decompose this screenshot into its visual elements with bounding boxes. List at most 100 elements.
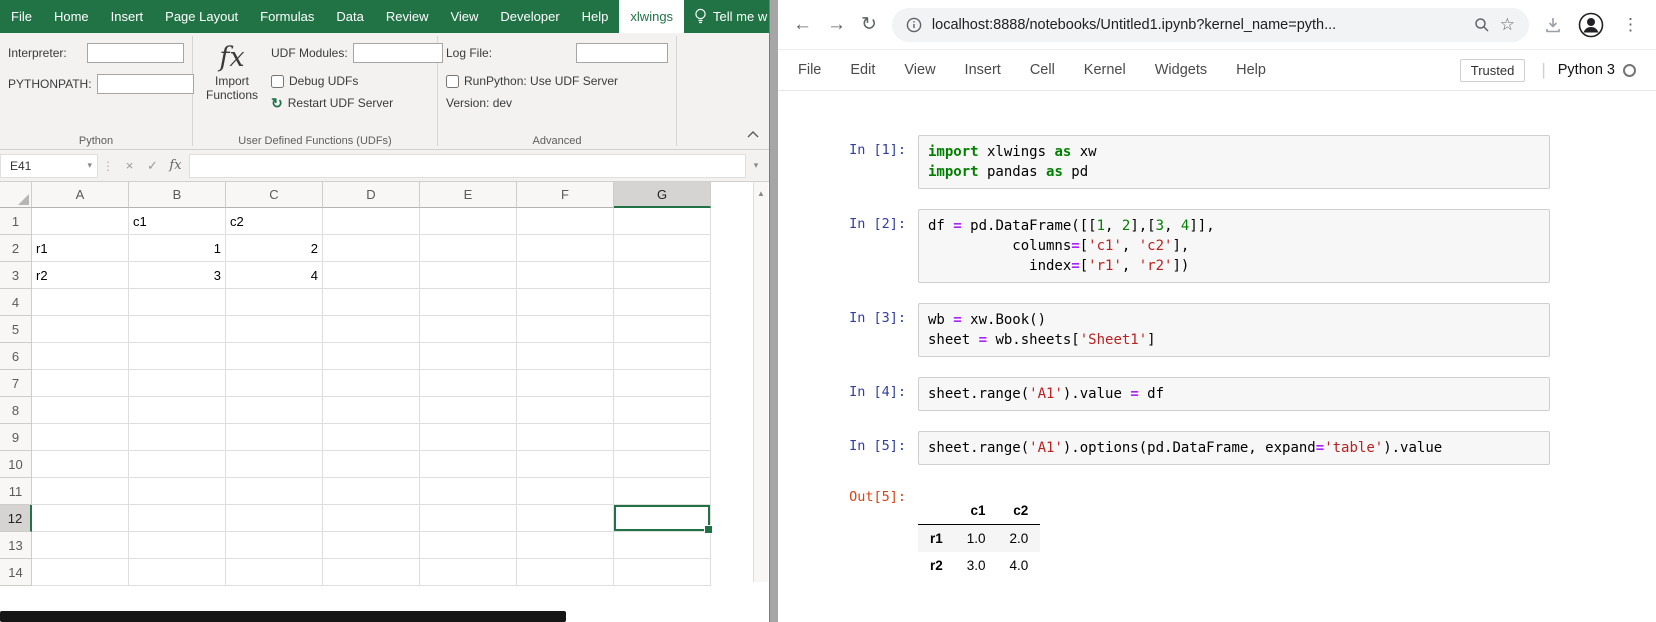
cell-D2[interactable] [323, 235, 420, 262]
column-header-c[interactable]: C [226, 182, 323, 208]
share-button[interactable] [777, 0, 817, 33]
cell-A3[interactable]: r2 [32, 262, 129, 289]
jupyter-menu-kernel[interactable]: Kernel [1084, 62, 1126, 78]
cell-G4[interactable] [614, 289, 711, 316]
cell-A7[interactable] [32, 370, 129, 397]
browser-menu-kebab-icon[interactable]: ⋮ [1620, 15, 1641, 35]
row-header-1[interactable]: 1 [0, 208, 32, 235]
column-header-b[interactable]: B [129, 182, 226, 208]
pythonpath-input[interactable] [96, 74, 194, 94]
cell-F13[interactable] [517, 532, 614, 559]
cell-B5[interactable] [129, 316, 226, 343]
cell-E5[interactable] [420, 316, 517, 343]
cell-G12[interactable] [614, 505, 713, 534]
code-editor[interactable]: wb = xw.Book() sheet = wb.sheets['Sheet1'… [918, 303, 1550, 357]
code-cell[interactable]: In [5]: sheet.range('A1').options(pd.Data… [778, 431, 1550, 465]
cell-A14[interactable] [32, 559, 129, 586]
cell-B6[interactable] [129, 343, 226, 370]
cell-F7[interactable] [517, 370, 614, 397]
code-cell[interactable]: In [2]: df = pd.DataFrame([[1, 2],[3, 4]]… [778, 209, 1550, 283]
cell-F11[interactable] [517, 478, 614, 505]
cell-C8[interactable] [226, 397, 323, 424]
jupyter-menu-widgets[interactable]: Widgets [1155, 62, 1207, 78]
address-bar[interactable]: localhost:8888/notebooks/Untitled1.ipynb… [891, 7, 1529, 42]
code-editor[interactable]: sheet.range('A1').value = df [918, 377, 1550, 411]
column-header-a[interactable]: A [32, 182, 129, 208]
code-editor[interactable]: import xlwings as xw import pandas as pd [918, 135, 1550, 189]
cell-G11[interactable] [614, 478, 711, 505]
cell-C11[interactable] [226, 478, 323, 505]
debug-udfs-row[interactable]: Debug UDFs [271, 74, 443, 88]
cell-A9[interactable] [32, 424, 129, 451]
cell-G14[interactable] [614, 559, 711, 586]
cell-G2[interactable] [614, 235, 711, 262]
runpython-row[interactable]: RunPython: Use UDF Server [446, 74, 668, 88]
cell-B14[interactable] [129, 559, 226, 586]
vertical-scrollbar[interactable]: ▲ [753, 182, 768, 582]
cell-F6[interactable] [517, 343, 614, 370]
cell-B12[interactable] [129, 505, 226, 532]
row-header-8[interactable]: 8 [0, 397, 32, 424]
row-header-10[interactable]: 10 [0, 451, 32, 478]
cell-F2[interactable] [517, 235, 614, 262]
cell-G3[interactable] [614, 262, 711, 289]
cell-E13[interactable] [420, 532, 517, 559]
cell-C3[interactable]: 4 [226, 262, 323, 289]
cell-B13[interactable] [129, 532, 226, 559]
cell-C1[interactable]: c2 [226, 208, 323, 235]
cell-F10[interactable] [517, 451, 614, 478]
menu-tab-developer[interactable]: Developer [489, 0, 570, 33]
cell-D11[interactable] [323, 478, 420, 505]
cell-E8[interactable] [420, 397, 517, 424]
row-header-4[interactable]: 4 [0, 289, 32, 316]
cell-F1[interactable] [517, 208, 614, 235]
cell-G6[interactable] [614, 343, 711, 370]
cell-G1[interactable] [614, 208, 711, 235]
cell-C12[interactable] [226, 505, 323, 532]
select-all-corner[interactable] [0, 182, 32, 208]
cell-D10[interactable] [323, 451, 420, 478]
menu-tab-home[interactable]: Home [43, 0, 100, 33]
row-header-2[interactable]: 2 [0, 235, 32, 262]
collapse-ribbon-button[interactable] [747, 127, 759, 141]
column-header-e[interactable]: E [420, 182, 517, 208]
row-header-11[interactable]: 11 [0, 478, 32, 505]
zoom-icon[interactable] [1474, 17, 1490, 33]
cell-C10[interactable] [226, 451, 323, 478]
cell-A6[interactable] [32, 343, 129, 370]
cell-A10[interactable] [32, 451, 129, 478]
cell-B11[interactable] [129, 478, 226, 505]
cell-C13[interactable] [226, 532, 323, 559]
cell-D9[interactable] [323, 424, 420, 451]
cell-B7[interactable] [129, 370, 226, 397]
cell-E14[interactable] [420, 559, 517, 586]
cell-C7[interactable] [226, 370, 323, 397]
debug-udfs-checkbox[interactable] [271, 74, 284, 88]
cancel-icon[interactable]: × [118, 158, 141, 173]
cell-A5[interactable] [32, 316, 129, 343]
output-cell[interactable]: Out[5]: c1 c2 r1 1.0 2.0 r2 3.0 4.0 [778, 485, 1550, 579]
cell-D6[interactable] [323, 343, 420, 370]
cell-D7[interactable] [323, 370, 420, 397]
cell-C6[interactable] [226, 343, 323, 370]
insert-function-icon[interactable]: fx [164, 158, 187, 173]
name-box-dropdown-icon[interactable]: ▾ [81, 160, 92, 171]
runpython-checkbox[interactable] [446, 74, 459, 88]
column-header-f[interactable]: F [517, 182, 614, 208]
cell-E2[interactable] [420, 235, 517, 262]
cell-E10[interactable] [420, 451, 517, 478]
code-cell[interactable]: In [1]: import xlwings as xw import pandas… [778, 135, 1550, 189]
formula-bar-expand-icon[interactable]: ▾ [746, 160, 766, 171]
cell-B2[interactable]: 1 [129, 235, 226, 262]
row-header-9[interactable]: 9 [0, 424, 32, 451]
cell-E12[interactable] [420, 505, 517, 532]
scroll-up-icon[interactable]: ▲ [757, 189, 765, 582]
reload-icon[interactable]: ↻ [861, 15, 877, 34]
code-cell[interactable]: In [4]: sheet.range('A1').value = df [778, 377, 1550, 411]
cell-F5[interactable] [517, 316, 614, 343]
cell-D14[interactable] [323, 559, 420, 586]
cell-A4[interactable] [32, 289, 129, 316]
menu-tab-file[interactable]: File [0, 0, 43, 33]
cell-A2[interactable]: r1 [32, 235, 129, 262]
jupyter-menu-view[interactable]: View [904, 62, 935, 78]
